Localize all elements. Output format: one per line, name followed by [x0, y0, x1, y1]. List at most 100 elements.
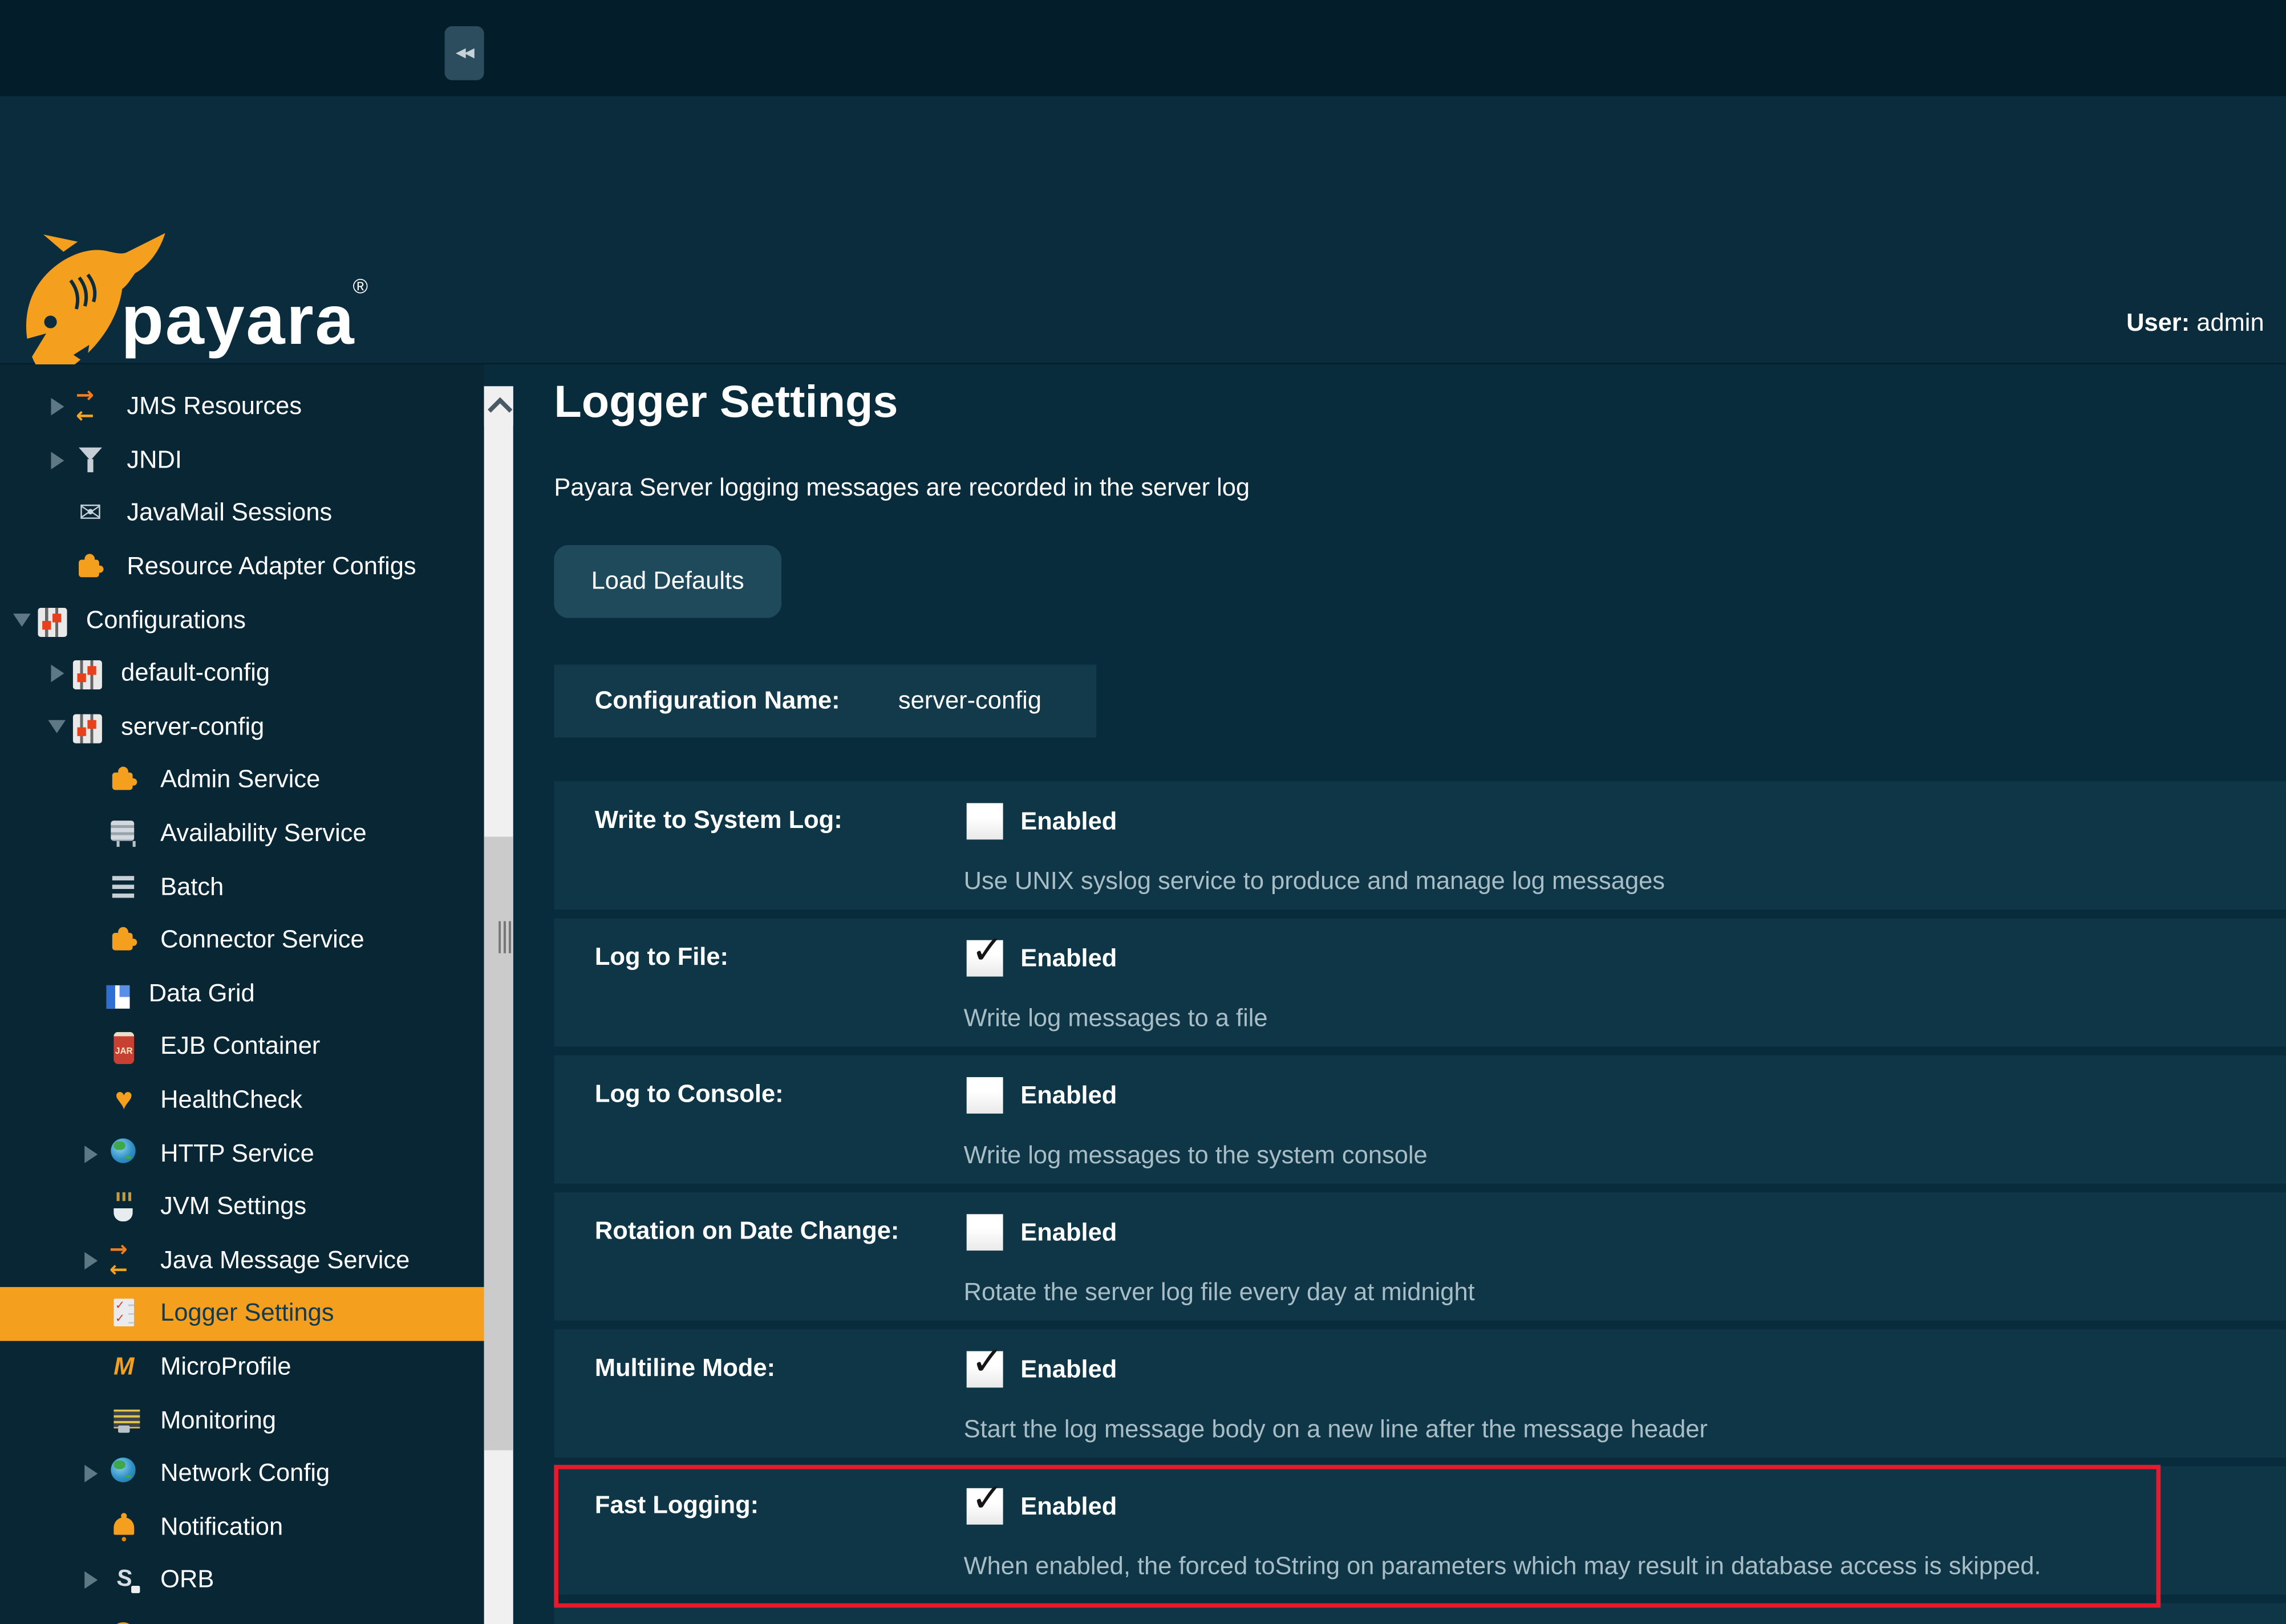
- sidebar-item-configurations[interactable]: Configurations: [0, 594, 484, 647]
- expander-icon[interactable]: [11, 610, 32, 631]
- heart-icon: [107, 1083, 141, 1118]
- enabled-label: Enabled: [1020, 1082, 1117, 1111]
- sidebar-item-label: JavaMail Sessions: [127, 499, 332, 528]
- form-row-log-to-file: Log to File: ✓ Enabled Write log message…: [554, 918, 2286, 1046]
- enabled-checkbox-fast-logging[interactable]: ✓: [967, 1488, 1003, 1525]
- sidebar-item-circle-partial[interactable]: [0, 1607, 484, 1624]
- enabled-checkbox-multiline-mode[interactable]: ✓: [967, 1351, 1003, 1388]
- expander-icon: [80, 1037, 101, 1057]
- scroll-up-button[interactable]: [484, 386, 513, 425]
- sidebar-item-java-message-service[interactable]: Java Message Service: [0, 1234, 484, 1288]
- expander-icon: [47, 504, 67, 524]
- sidebar-item-healthcheck[interactable]: HealthCheck: [0, 1074, 484, 1127]
- exchange-arrows-icon: [107, 1243, 141, 1278]
- sidebar-item-javamail-sessions[interactable]: JavaMail Sessions: [0, 487, 484, 541]
- sidebar-item-label: default-config: [121, 659, 270, 688]
- field-label: Log to File:: [595, 943, 728, 972]
- expander-icon: [80, 1410, 101, 1431]
- sidebar-item-label: Batch: [160, 872, 224, 902]
- sidebar-item-orb[interactable]: ORB: [0, 1554, 484, 1607]
- page-title: Logger Settings: [554, 376, 898, 428]
- sidebar-item-data-grid[interactable]: Data Grid: [0, 967, 484, 1021]
- scrollbar-thumb[interactable]: [484, 837, 513, 1450]
- sliders-icon: [73, 661, 102, 690]
- expander-icon[interactable]: [47, 717, 67, 737]
- field-description: Write log messages to the system console: [964, 1141, 1428, 1170]
- load-defaults-button[interactable]: Load Defaults: [554, 545, 781, 618]
- sidebar-item-default-config[interactable]: default-config: [0, 647, 484, 701]
- form-row-write-to-system-log: Write to System Log: Enabled Use UNIX sy…: [554, 781, 2286, 909]
- coffee-icon: [107, 1189, 141, 1224]
- check-mark: ✓: [971, 928, 1004, 973]
- expander-icon[interactable]: [80, 1464, 101, 1484]
- enabled-checkbox-write-to-system-log[interactable]: [967, 803, 1003, 839]
- sidebar-scrollbar[interactable]: [484, 386, 513, 1624]
- sidebar-item-label: Network Config: [160, 1459, 330, 1488]
- circle-partial-icon: [107, 1617, 141, 1624]
- sidebar-item-monitoring[interactable]: Monitoring: [0, 1394, 484, 1447]
- sidebar-item-resource-adapter-configs[interactable]: Resource Adapter Configs: [0, 541, 484, 594]
- expander-icon: [80, 984, 101, 1004]
- sidebar-item-jndi[interactable]: JNDI: [0, 434, 484, 488]
- configuration-name-label: Configuration Name:: [595, 687, 840, 716]
- field-description: Write log messages to a file: [964, 1004, 1268, 1033]
- sidebar-item-availability-service[interactable]: Availability Service: [0, 807, 484, 860]
- next-row-partial: [554, 1603, 2286, 1624]
- form-row-log-to-console: Log to Console: Enabled Write log messag…: [554, 1055, 2286, 1183]
- sidebar-item-batch[interactable]: Batch: [0, 860, 484, 914]
- sidebar-item-microprofile[interactable]: MicroProfile: [0, 1341, 484, 1394]
- expander-icon[interactable]: [80, 1570, 101, 1591]
- sidebar-item-connector-service[interactable]: Connector Service: [0, 914, 484, 968]
- expander-icon[interactable]: [47, 450, 67, 471]
- field-description: Use UNIX syslog service to produce and m…: [964, 867, 1665, 896]
- sidebar-item-label: Java Message Service: [160, 1246, 410, 1275]
- sidebar-item-ejb-container[interactable]: EJB Container: [0, 1021, 484, 1074]
- check-mark: ✓: [971, 1476, 1004, 1521]
- sidebar-item-label: JVM Settings: [160, 1192, 306, 1221]
- expander-icon[interactable]: [47, 664, 67, 684]
- field-label: Fast Logging:: [595, 1491, 759, 1520]
- bell-icon: [107, 1510, 141, 1545]
- puzzle-piece-icon: [107, 923, 141, 958]
- form-row-rotation-on-date-change: Rotation on Date Change: Enabled Rotate …: [554, 1192, 2286, 1320]
- field-label: Rotation on Date Change:: [595, 1217, 899, 1246]
- sidebar-item-admin-service[interactable]: Admin Service: [0, 754, 484, 807]
- expander-icon[interactable]: [80, 1144, 101, 1164]
- app-header: payara ® COMMUNITY User: admin: [0, 96, 2286, 364]
- payara-admin-console: payara ® COMMUNITY User: admin JMS Resou…: [0, 0, 2286, 1624]
- enabled-checkbox-rotation-on-date-change[interactable]: [967, 1214, 1003, 1251]
- field-description: When enabled, the forced toString on par…: [964, 1552, 2041, 1581]
- main-content: Logger Settings Payara Server logging me…: [513, 364, 2286, 1624]
- expander-icon: [80, 1357, 101, 1378]
- sidebar-item-label: Admin Service: [160, 766, 320, 795]
- puzzle-piece-icon: [73, 550, 108, 584]
- exchange-arrows-icon: [73, 389, 108, 424]
- sidebar-item-label: Resource Adapter Configs: [127, 553, 416, 582]
- sidebar-item-label: Availability Service: [160, 819, 366, 848]
- sidebar-item-jms-resources[interactable]: JMS Resources: [0, 380, 484, 434]
- sidebar-item-label: HealthCheck: [160, 1086, 302, 1115]
- navigation-sidebar: JMS Resources JNDI JavaMail Sessions Res…: [0, 364, 484, 1624]
- settings-form: Write to System Log: Enabled Use UNIX sy…: [554, 781, 2286, 1624]
- globe-icon: [107, 1136, 141, 1171]
- registered-mark: ®: [353, 274, 368, 298]
- sidebar-collapse-button[interactable]: ◀◀: [445, 26, 484, 80]
- expander-icon[interactable]: [80, 1251, 101, 1271]
- page-subtitle: Payara Server logging messages are recor…: [554, 474, 1250, 503]
- expander-icon: [80, 770, 101, 791]
- sidebar-item-logger-settings[interactable]: Logger Settings: [0, 1287, 484, 1341]
- logdoc-icon: [107, 1296, 141, 1331]
- enabled-label: Enabled: [1020, 1355, 1117, 1385]
- enabled-label: Enabled: [1020, 1492, 1117, 1521]
- sidebar-item-jvm-settings[interactable]: JVM Settings: [0, 1180, 484, 1234]
- sidebar-item-label: JNDI: [127, 446, 182, 475]
- sidebar-item-notification[interactable]: Notification: [0, 1500, 484, 1554]
- enabled-checkbox-log-to-console[interactable]: [967, 1077, 1003, 1114]
- sidebar-item-http-service[interactable]: HTTP Service: [0, 1127, 484, 1181]
- top-black-bar: [0, 0, 2286, 96]
- sidebar-item-network-config[interactable]: Network Config: [0, 1447, 484, 1501]
- enabled-checkbox-log-to-file[interactable]: ✓: [967, 940, 1003, 977]
- sidebar-item-label: Configurations: [86, 606, 246, 635]
- expander-icon[interactable]: [47, 397, 67, 417]
- sidebar-item-server-config[interactable]: server-config: [0, 700, 484, 754]
